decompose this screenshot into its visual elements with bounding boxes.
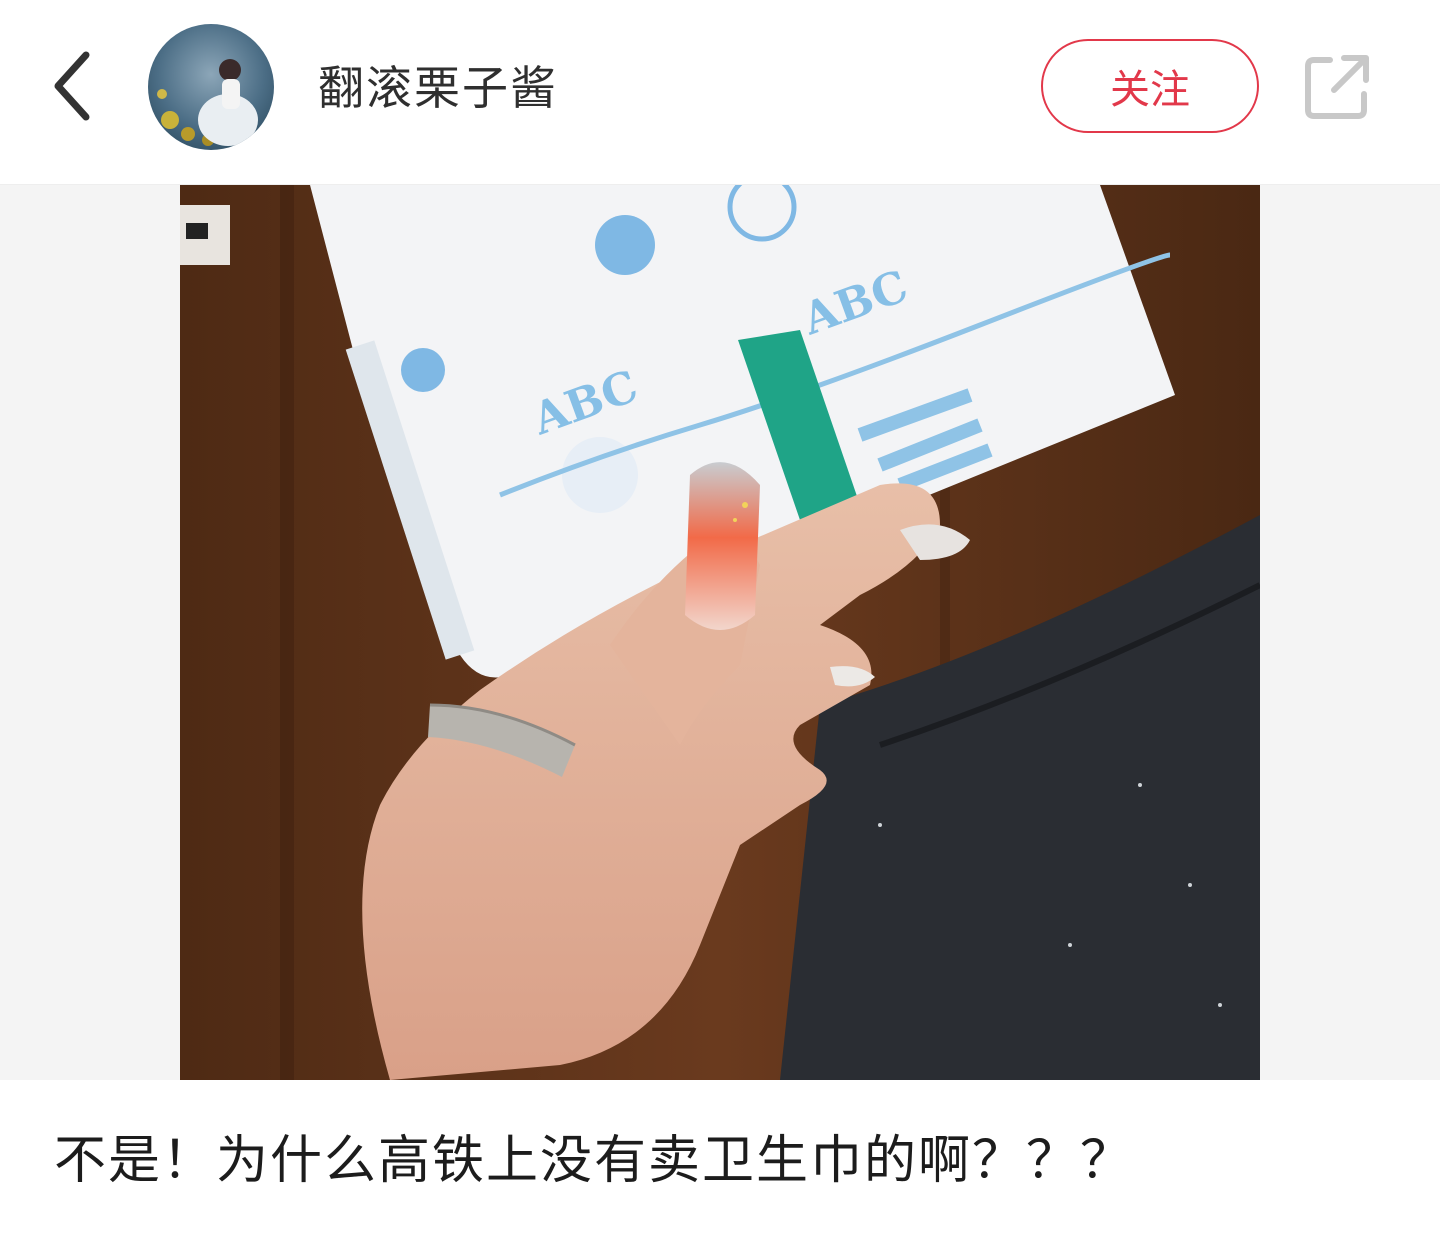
photo-illustration: ABC ABC	[180, 185, 1260, 1080]
chevron-left-icon	[54, 51, 90, 121]
caption-area: 不是！为什么高铁上没有卖卫生巾的啊？？？	[0, 1080, 1440, 1234]
avatar-image	[148, 24, 274, 150]
media-area: ABC ABC	[0, 185, 1440, 1080]
top-bar: 翻滚栗子酱 关注	[0, 0, 1440, 185]
share-button[interactable]	[1300, 50, 1374, 124]
share-external-icon	[1305, 55, 1369, 119]
avatar[interactable]	[148, 24, 274, 150]
post-photo[interactable]: ABC ABC	[180, 185, 1260, 1080]
back-button[interactable]	[42, 50, 102, 122]
follow-button[interactable]: 关注	[1041, 39, 1259, 133]
username[interactable]: 翻滚栗子酱	[318, 56, 558, 120]
post-caption: 不是！为什么高铁上没有卖卫生巾的啊？？？	[54, 1131, 1135, 1191]
